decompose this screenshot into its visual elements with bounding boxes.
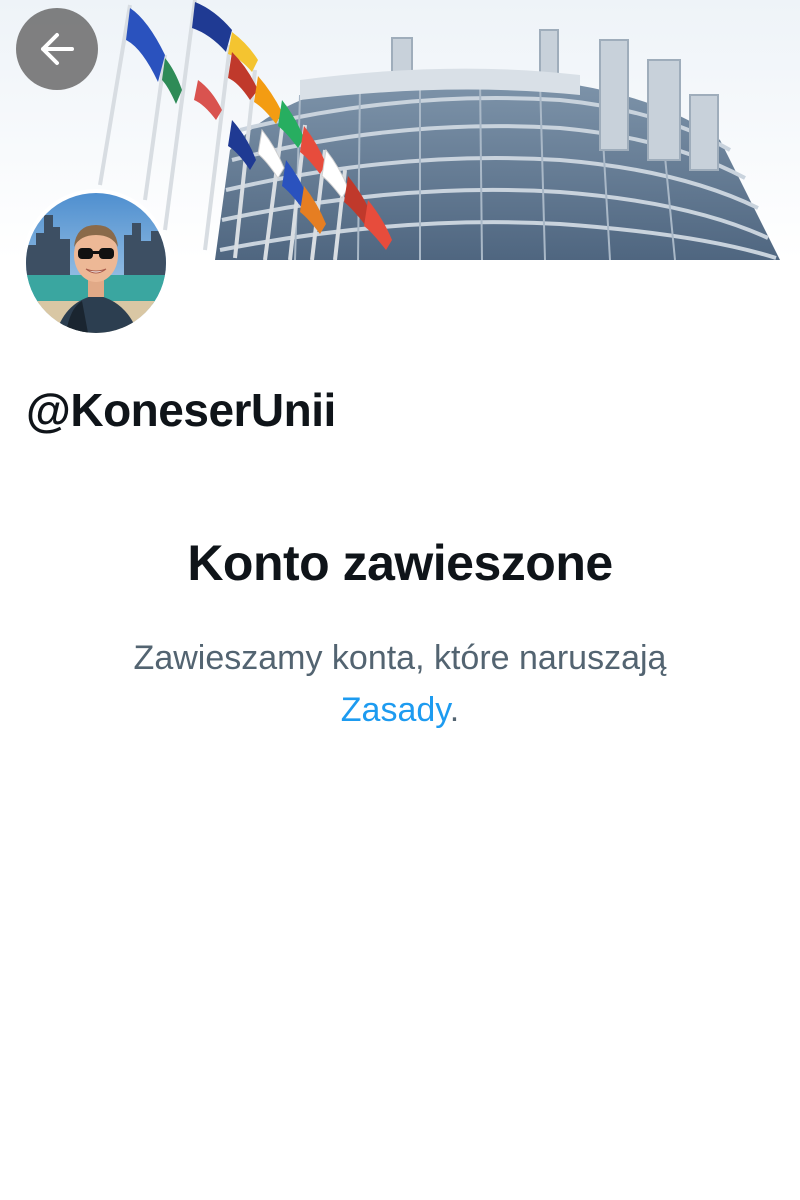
arrow-left-icon <box>41 33 74 65</box>
suspension-title: Konto zawieszone <box>187 535 613 591</box>
rules-link[interactable]: Zasady <box>341 691 450 729</box>
avatar-image <box>26 193 166 333</box>
profile-handle: @KoneserUnii <box>26 384 336 436</box>
suspension-description: Zawieszamy konta, które naruszają Zasady… <box>60 632 740 736</box>
avatar[interactable] <box>22 189 170 337</box>
description-suffix: . <box>449 691 460 729</box>
back-button[interactable] <box>16 8 98 90</box>
suspension-description-text: Zawieszamy konta, które naruszają <box>133 639 667 677</box>
